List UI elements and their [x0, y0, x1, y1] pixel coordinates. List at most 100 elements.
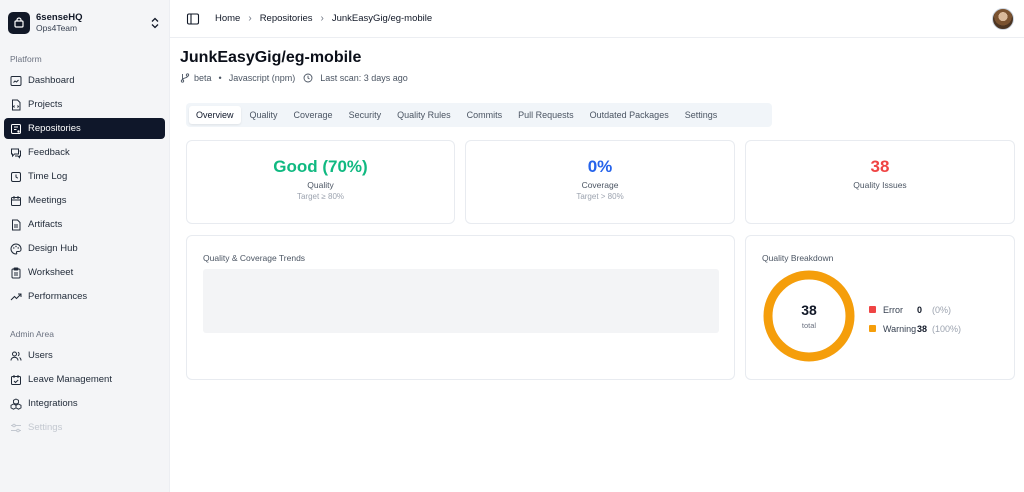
legend-name: Warning — [883, 323, 917, 334]
repo-tabs: Overview Quality Coverage Security Quali… — [186, 103, 772, 127]
sidebar-item-label: Integrations — [28, 398, 78, 409]
calendar-check-icon — [11, 374, 21, 385]
sidebar-item-artifacts[interactable]: Artifacts — [4, 214, 165, 235]
trends-card: Quality & Coverage Trends — [186, 235, 735, 380]
coverage-stat-card: 0% Coverage Target > 80% — [465, 140, 735, 224]
breakdown-legend: Error 0 (0%) Warning 38 (100%) — [869, 300, 961, 338]
legend-percent: (0%) — [932, 304, 952, 315]
breakdown-card: Quality Breakdown 38 total Error 0 (0%) … — [745, 235, 1015, 380]
legend-percent: (100%) — [932, 323, 962, 334]
sidebar-item-dashboard[interactable]: Dashboard — [4, 70, 165, 91]
sidebar-item-label: Settings — [28, 422, 63, 433]
page-title: JunkEasyGig/eg-mobile — [180, 49, 362, 66]
sidebar-item-performances[interactable]: Performances — [4, 286, 165, 307]
repo-branch: beta — [194, 73, 212, 83]
chevron-right-icon: › — [248, 13, 252, 24]
sidebar: 6senseHQ Ops4Team Platform Dashboard Pro… — [0, 0, 170, 492]
separator-dot: • — [218, 73, 222, 83]
sidebar-item-label: Dashboard — [28, 75, 75, 86]
legend-row-error: Error 0 (0%) — [869, 300, 961, 319]
sidebar-toggle-icon[interactable] — [186, 12, 200, 26]
repo-last-scan: Last scan: 3 days ago — [320, 73, 408, 83]
feedback-icon — [11, 148, 21, 159]
org-team: Ops4Team — [36, 23, 78, 33]
legend-count: 0 — [917, 304, 923, 315]
palette-icon — [10, 242, 22, 255]
breakdown-donut: 38 total — [762, 269, 856, 363]
sidebar-item-leave-management[interactable]: Leave Management — [4, 369, 165, 390]
tab-security[interactable]: Security — [342, 106, 389, 124]
repo-language: Javascript (npm) — [228, 73, 296, 83]
breadcrumb-repositories[interactable]: Repositories — [260, 13, 313, 24]
breakdown-title: Quality Breakdown — [762, 253, 834, 263]
quality-stat-card: Good (70%) Quality Target ≥ 80% — [186, 140, 455, 224]
top-bar: Home › Repositories › JunkEasyGig/eg-mob… — [170, 0, 1024, 38]
tab-outdated-packages[interactable]: Outdated Packages — [583, 106, 676, 124]
breadcrumb-current: JunkEasyGig/eg-mobile — [331, 13, 433, 24]
coverage-label: Coverage — [581, 180, 619, 190]
chevron-right-icon: › — [320, 13, 324, 24]
sidebar-item-design-hub[interactable]: Design Hub — [4, 238, 165, 259]
tab-pull-requests[interactable]: Pull Requests — [511, 106, 581, 124]
sidebar-item-meetings[interactable]: Meetings — [4, 190, 165, 211]
document-icon — [12, 219, 21, 230]
sidebar-item-projects[interactable]: Projects — [4, 94, 165, 115]
repositories-icon — [11, 123, 21, 134]
tab-overview[interactable]: Overview — [189, 106, 241, 124]
repo-meta: beta • Javascript (npm) Last scan: 3 day… — [180, 73, 408, 83]
legend-name: Error — [883, 304, 903, 315]
sidebar-item-label: Time Log — [28, 171, 68, 182]
projects-icon — [12, 99, 21, 110]
tab-settings[interactable]: Settings — [678, 106, 725, 124]
sidebar-item-label: Performances — [28, 291, 88, 302]
legend-row-warning: Warning 38 (100%) — [869, 319, 961, 338]
sidebar-item-feedback[interactable]: Feedback — [4, 142, 165, 163]
git-branch-icon — [180, 73, 190, 83]
users-icon — [10, 351, 22, 361]
breadcrumb-home[interactable]: Home — [215, 13, 240, 24]
sidebar-item-label: Worksheet — [28, 267, 74, 278]
sidebar-item-settings[interactable]: Settings — [4, 417, 165, 438]
trend-up-icon — [10, 293, 22, 300]
sidebar-item-label: Meetings — [28, 195, 67, 206]
sidebar-item-time-log[interactable]: Time Log — [4, 166, 165, 187]
sidebar-item-label: Artifacts — [28, 219, 63, 230]
issues-value: 38 — [870, 157, 890, 176]
sliders-icon — [11, 423, 21, 432]
breadcrumb: Home › Repositories › JunkEasyGig/eg-mob… — [215, 13, 432, 24]
tab-commits[interactable]: Commits — [460, 106, 510, 124]
section-label-admin: Admin Area — [10, 329, 54, 339]
tab-quality-rules[interactable]: Quality Rules — [390, 106, 458, 124]
sidebar-item-integrations[interactable]: Integrations — [4, 393, 165, 414]
sidebar-item-users[interactable]: Users — [4, 345, 165, 366]
coverage-value: 0% — [587, 157, 613, 176]
quality-target: Target ≥ 80% — [296, 192, 345, 201]
section-label-platform: Platform — [10, 54, 42, 64]
tab-quality[interactable]: Quality — [243, 106, 285, 124]
sidebar-item-label: Repositories — [28, 123, 81, 134]
org-name: 6senseHQ — [36, 12, 83, 23]
legend-count: 38 — [917, 323, 928, 334]
trends-title: Quality & Coverage Trends — [203, 253, 306, 263]
tab-coverage[interactable]: Coverage — [287, 106, 340, 124]
clock-icon — [11, 171, 21, 182]
calendar-icon — [11, 195, 21, 206]
clipboard-icon — [11, 267, 21, 278]
sidebar-item-label: Feedback — [28, 147, 70, 158]
sidebar-item-worksheet[interactable]: Worksheet — [4, 262, 165, 283]
trends-chart-placeholder — [203, 269, 719, 333]
donut-total: 38 — [801, 302, 817, 318]
sidebar-item-repositories[interactable]: Repositories — [4, 118, 165, 139]
sidebar-item-label: Projects — [28, 99, 63, 110]
issues-stat-card: 38 Quality Issues — [745, 140, 1015, 224]
chevrons-up-down-icon[interactable] — [150, 17, 160, 29]
quality-label: Quality — [307, 180, 334, 190]
sidebar-item-label: Users — [28, 350, 53, 361]
avatar[interactable] — [992, 8, 1014, 30]
sidebar-item-label: Design Hub — [28, 243, 78, 254]
dashboard-icon — [10, 75, 22, 86]
org-logo-icon — [8, 12, 30, 34]
blocks-icon — [10, 397, 22, 410]
clock-icon — [303, 73, 313, 83]
org-switcher[interactable]: 6senseHQ Ops4Team — [8, 8, 164, 38]
